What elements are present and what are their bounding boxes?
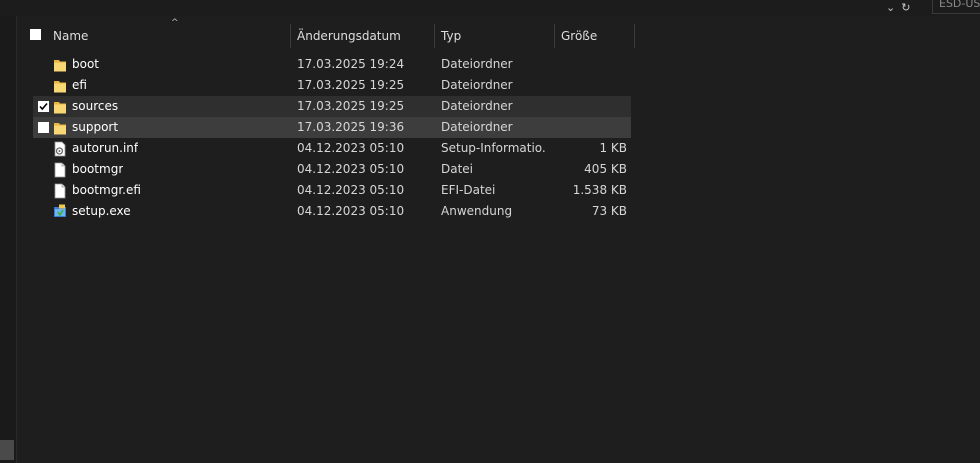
- item-checkbox[interactable]: [38, 122, 49, 133]
- file-name: bootmgr: [72, 162, 124, 176]
- file-size: 1.538 KB: [572, 183, 627, 197]
- file-type: Setup-Informatio...: [441, 141, 545, 155]
- settings-file-icon: [53, 141, 67, 157]
- folder-icon: [53, 120, 67, 136]
- list-item[interactable]: bootmgr 04.12.2023 05:10 Datei 405 KB: [33, 159, 631, 180]
- file-date: 04.12.2023 05:10: [297, 162, 405, 176]
- file-icon: [53, 183, 67, 199]
- column-header-type[interactable]: Typ: [441, 24, 551, 48]
- file-size: 1 KB: [599, 141, 627, 155]
- file-date: 04.12.2023 05:10: [297, 141, 405, 155]
- file-icon: [53, 162, 67, 178]
- chevron-down-icon[interactable]: ⌄: [886, 0, 895, 16]
- file-size: [563, 75, 627, 96]
- setup-app-icon: [53, 204, 67, 220]
- file-date: 17.03.2025 19:25: [297, 78, 405, 92]
- folder-icon: [53, 99, 67, 115]
- folder-icon: [53, 57, 67, 73]
- list-item[interactable]: boot 17.03.2025 19:24 Dateiordner: [33, 54, 631, 75]
- file-type: Dateiordner: [441, 99, 513, 113]
- list-item[interactable]: sources 17.03.2025 19:25 Dateiordner: [33, 96, 631, 117]
- file-date: 04.12.2023 05:10: [297, 183, 405, 197]
- file-size: [563, 96, 627, 117]
- column-divider[interactable]: [434, 24, 435, 48]
- refresh-icon[interactable]: ↻: [901, 0, 910, 16]
- list-item[interactable]: autorun.inf 04.12.2023 05:10 Setup-Infor…: [33, 138, 631, 159]
- file-name: efi: [72, 78, 87, 92]
- column-divider[interactable]: [290, 24, 291, 48]
- file-type: Dateiordner: [441, 120, 513, 134]
- file-name: setup.exe: [72, 204, 131, 218]
- file-type: EFI-Datei: [441, 183, 496, 197]
- file-size: [563, 117, 627, 138]
- file-date: 17.03.2025 19:36: [297, 120, 405, 134]
- address-bar: ⌄ ↻ ESD-USB: [0, 0, 980, 16]
- file-name: support: [72, 120, 119, 134]
- file-name: bootmgr.efi: [72, 183, 141, 197]
- file-type: Dateiordner: [441, 57, 513, 71]
- file-date: 17.03.2025 19:25: [297, 99, 405, 113]
- list-item[interactable]: support 17.03.2025 19:36 Dateiordner: [33, 117, 631, 138]
- file-name: boot: [72, 57, 100, 71]
- column-divider[interactable]: [634, 24, 635, 48]
- column-header-row: ^ Name Änderungsdatum Typ Größe: [17, 18, 637, 48]
- file-date: 17.03.2025 19:24: [297, 57, 405, 71]
- column-divider[interactable]: [554, 24, 555, 48]
- column-header-date[interactable]: Änderungsdatum: [297, 24, 431, 48]
- list-item[interactable]: setup.exe 04.12.2023 05:10 Anwendung 73 …: [33, 201, 631, 222]
- file-type: Dateiordner: [441, 78, 513, 92]
- column-header-name[interactable]: Name: [53, 24, 288, 48]
- file-size: 73 KB: [591, 204, 627, 218]
- file-type: Anwendung: [441, 204, 513, 218]
- file-name: autorun.inf: [72, 141, 139, 155]
- navigation-pane: [0, 16, 17, 463]
- folder-icon: [53, 78, 67, 94]
- address-controls: ⌄ ↻: [886, 0, 910, 16]
- file-type: Datei: [441, 162, 474, 176]
- search-input[interactable]: ESD-USB: [932, 0, 980, 14]
- navigation-scrollbar-thumb[interactable]: [0, 440, 14, 460]
- list-item[interactable]: efi 17.03.2025 19:25 Dateiordner: [33, 75, 631, 96]
- file-size: [563, 54, 627, 75]
- item-checkbox[interactable]: [38, 101, 49, 112]
- list-item[interactable]: bootmgr.efi 04.12.2023 05:10 EFI-Datei 1…: [33, 180, 631, 201]
- file-size: 405 KB: [584, 162, 627, 176]
- file-name: sources: [72, 99, 119, 113]
- file-date: 04.12.2023 05:10: [297, 204, 405, 218]
- column-header-size[interactable]: Größe: [561, 24, 631, 48]
